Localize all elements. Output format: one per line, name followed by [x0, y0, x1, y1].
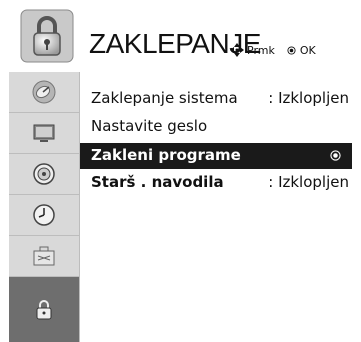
sidebar-item-options[interactable]: [9, 236, 79, 277]
sidebar-item-time[interactable]: [9, 195, 79, 236]
satellite-dish-icon: [32, 80, 56, 104]
clock-icon: [33, 204, 55, 226]
sidebar-item-lock[interactable]: [9, 277, 79, 342]
menu-item-value: : Izklopljen: [268, 89, 349, 107]
toolbox-icon: [33, 246, 55, 266]
ok-hint-label: OK: [299, 43, 316, 57]
menu-item-set-password[interactable]: Nastavite geslo: [80, 114, 352, 140]
move-hint-label: Prmk: [247, 43, 275, 57]
menu-item-value: : Izklopljen: [268, 173, 349, 191]
padlock-icon: [20, 9, 74, 63]
speaker-icon: [33, 163, 55, 185]
category-sidebar: [9, 72, 80, 342]
menu-item-label: Zakleni programe: [91, 146, 241, 164]
sidebar-item-channel[interactable]: [9, 72, 79, 113]
lock-menu-window: ZAKLEPANJE Prmk OK Zaklepanje sistema: …: [9, 0, 352, 342]
menu-header: ZAKLEPANJE Prmk OK: [9, 0, 352, 72]
lock-menu-list: Zaklepanje sistema : Izklopljen Nastavit…: [80, 72, 352, 342]
menu-item-label: Zaklepanje sistema: [91, 89, 238, 107]
menu-item-parental-guidance[interactable]: Starš . navodila : Izklopljen: [80, 170, 352, 196]
padlock-icon: [36, 299, 52, 319]
sidebar-item-audio[interactable]: [9, 154, 79, 195]
menu-item-system-lock[interactable]: Zaklepanje sistema : Izklopljen: [80, 86, 352, 112]
navigation-hint: Prmk OK: [230, 43, 316, 57]
tv-picture-icon: [33, 124, 55, 142]
sidebar-item-picture[interactable]: [9, 113, 79, 154]
menu-item-block-programme[interactable]: Zakleni programe: [80, 143, 352, 169]
navigation-arrows-icon: [230, 43, 244, 57]
menu-item-label: Starš . navodila: [91, 173, 224, 191]
menu-item-label: Nastavite geslo: [91, 117, 208, 135]
ok-button-icon: [287, 45, 296, 55]
radio-select-icon: [330, 150, 341, 161]
